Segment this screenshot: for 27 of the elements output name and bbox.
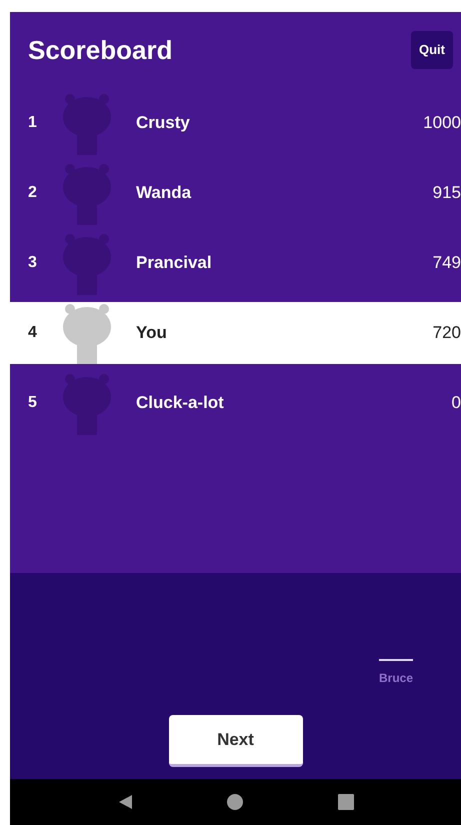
rank-number: 5 [27,393,38,413]
rank-number: 2 [27,183,38,203]
player-name: Cluck-a-lot [136,392,225,414]
rank-number: 1 [27,113,38,133]
player-name: Wanda [136,182,192,204]
avatar-silhouette-icon [62,161,112,225]
player-score: 720 [432,322,461,344]
player-name: Crusty [136,112,191,134]
rank-number: 4 [27,323,38,343]
quit-button[interactable]: Quit [411,31,453,69]
avatar-silhouette-icon [62,371,112,435]
screen-title: Scoreboard [28,34,172,66]
player-score: 749 [432,252,461,274]
player-tab[interactable]: Bruce [378,659,413,703]
player-score: 0 [452,392,461,414]
avatar-silhouette-icon [62,91,112,155]
rank-number: 3 [27,253,38,273]
avatar-silhouette-icon [62,302,112,364]
back-icon[interactable] [117,794,134,810]
player-score: 915 [432,182,461,204]
recents-icon[interactable] [338,794,354,810]
player-name: You [136,322,168,344]
home-icon[interactable] [227,794,244,810]
avatar-silhouette-icon [62,231,112,295]
player-name: Prancival [136,252,213,274]
player-score: 1000 [423,112,461,134]
next-button[interactable]: Next [168,715,302,767]
